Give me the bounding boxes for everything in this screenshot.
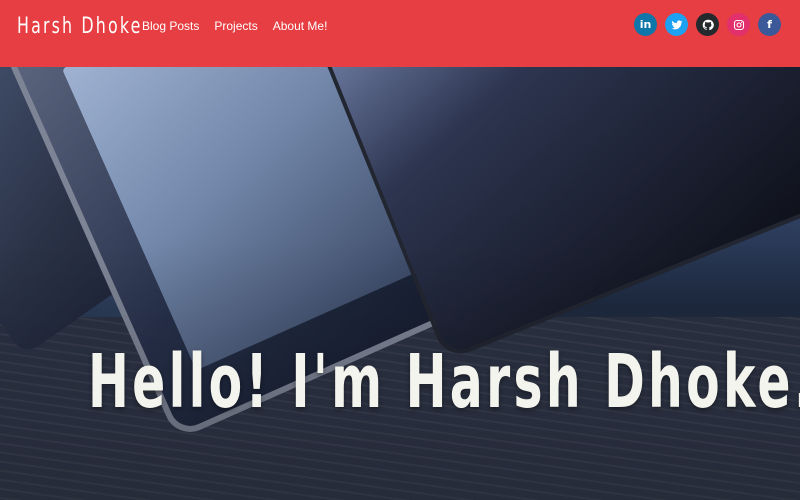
hero-section: Hello! I'm Harsh Dhoke. (0, 67, 800, 500)
twitter-icon[interactable] (665, 13, 688, 36)
twitter-bird-shape (671, 19, 682, 29)
facebook-icon[interactable]: f (758, 13, 781, 36)
brand-logo[interactable]: Harsh Dhoke (17, 14, 143, 39)
instagram-camera-shape (733, 19, 744, 30)
page: Harsh Dhoke Blog Posts Projects About Me… (0, 0, 800, 500)
hero-headline: Hello! I'm Harsh Dhoke. (88, 338, 800, 425)
hero-overlay (0, 67, 800, 500)
linkedin-glyph: in (639, 18, 652, 31)
navbar: Harsh Dhoke Blog Posts Projects About Me… (0, 0, 800, 67)
github-octocat-shape (702, 19, 714, 30)
nav-links: Blog Posts Projects About Me! (142, 19, 327, 33)
github-icon[interactable] (696, 13, 719, 36)
social-links: in f (634, 13, 781, 36)
nav-link-blog-posts[interactable]: Blog Posts (142, 19, 199, 33)
instagram-icon[interactable] (727, 13, 750, 36)
nav-link-projects[interactable]: Projects (214, 19, 257, 33)
linkedin-icon[interactable]: in (634, 13, 657, 36)
nav-link-about-me[interactable]: About Me! (273, 19, 328, 33)
facebook-glyph: f (767, 18, 772, 31)
